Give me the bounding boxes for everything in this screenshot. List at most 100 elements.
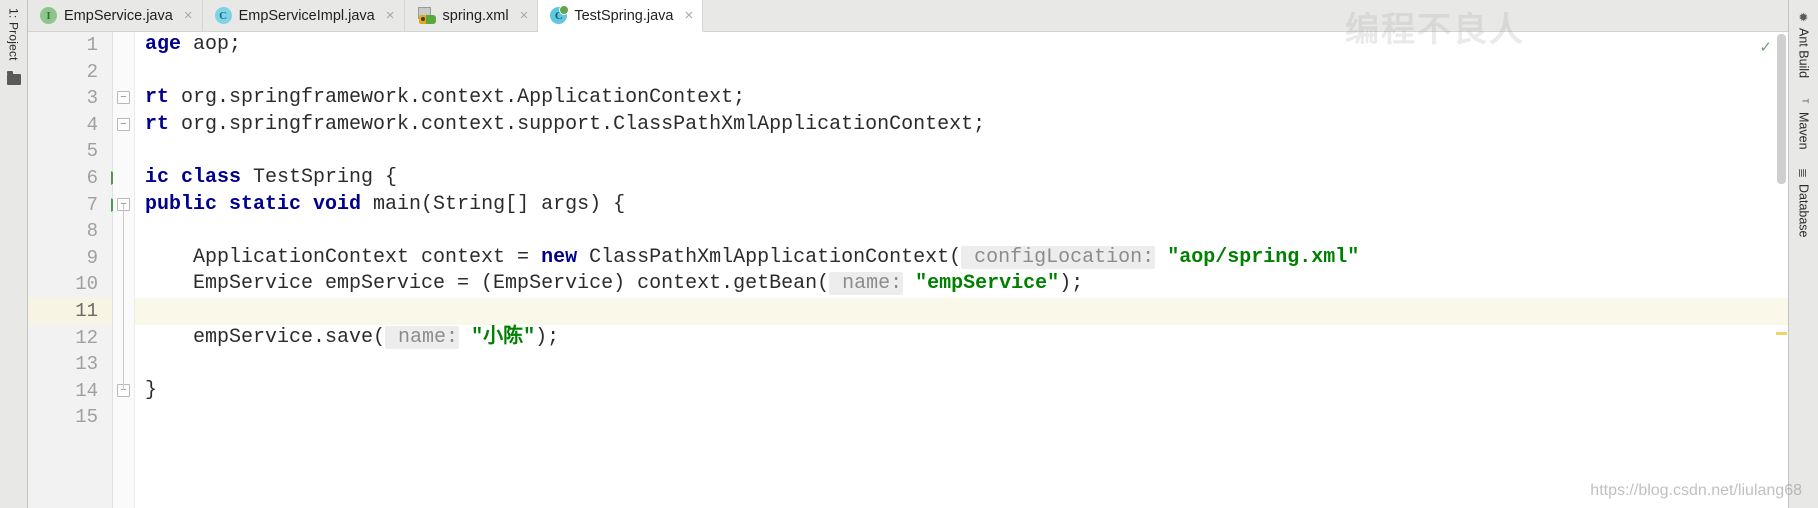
maven-icon: ᵀ: [1796, 98, 1811, 104]
code-line[interactable]: EmpService empService = (EmpService) con…: [145, 271, 1788, 298]
tab-close-icon[interactable]: ×: [516, 8, 529, 23]
inspection-status-icon[interactable]: ✓: [1759, 38, 1772, 56]
code-fold-marker[interactable]: −: [117, 91, 130, 105]
code-line[interactable]: age aop;: [145, 32, 1788, 59]
line-number[interactable]: 9: [28, 245, 112, 272]
line-number[interactable]: 5: [28, 138, 112, 165]
code-token-hint: name:: [829, 272, 904, 296]
line-number[interactable]: 13: [28, 351, 112, 378]
tool-window-label: Maven: [1796, 112, 1811, 150]
code-token-plain: EmpService empService = (EmpService) con…: [145, 272, 830, 296]
code-token-kw: age: [145, 33, 182, 56]
right-tool-strip: ✹ Ant Build ᵀ Maven ≣ Database: [1788, 0, 1818, 508]
code-line[interactable]: [145, 351, 1788, 378]
code-line[interactable]: ic class TestSpring {: [145, 165, 1788, 192]
code-token-kw: new: [541, 245, 578, 269]
editor-vertical-scrollbar[interactable]: [1775, 32, 1788, 508]
editor-tab-empservice-java[interactable]: I EmpService.java ×: [28, 0, 203, 31]
code-token-plain: ApplicationContext context =: [145, 245, 542, 269]
code-line[interactable]: [145, 59, 1788, 86]
code-fold-region-line: [123, 203, 124, 390]
line-number[interactable]: 15: [28, 404, 112, 431]
code-token-str: "小陈": [471, 325, 536, 349]
code-line[interactable]: public static void main(String[] args) {: [145, 192, 1788, 219]
code-line[interactable]: rt org.springframework.context.support.C…: [145, 112, 1788, 139]
code-line[interactable]: [135, 297, 1788, 325]
tab-label: spring.xml: [442, 7, 509, 24]
code-token-str: "aop/spring.xml": [1167, 245, 1360, 269]
line-number[interactable]: 6: [28, 165, 122, 192]
editor-tab-spring-xml[interactable]: spring.xml ×: [405, 0, 539, 31]
interface-icon: I: [40, 7, 57, 24]
folder-icon[interactable]: [7, 71, 21, 85]
tool-window-label: Ant Build: [1796, 28, 1811, 79]
scrollbar-thumb[interactable]: [1777, 34, 1786, 184]
editor-tab-empserviceimpl-java[interactable]: C EmpServiceImpl.java ×: [203, 0, 405, 31]
tab-label: EmpServiceImpl.java: [238, 7, 375, 24]
code-token-plain: aop;: [181, 33, 242, 56]
ant-icon: ✹: [1796, 11, 1811, 23]
line-number[interactable]: 1: [28, 32, 112, 59]
line-number-gutter: 1 2 3 4 5 6 7 8 9 10 11 12 13 14 15: [28, 32, 122, 508]
code-token-plain: org.springframework.context.support.Clas…: [169, 112, 986, 136]
editor-tab-testspring-java[interactable]: C TestSpring.java ×: [538, 0, 704, 32]
code-line[interactable]: [145, 138, 1788, 165]
line-number[interactable]: 3: [28, 85, 112, 112]
line-number[interactable]: 10: [28, 271, 112, 298]
code-token-plain: }: [145, 378, 158, 402]
class-icon: C: [214, 7, 232, 24]
code-token-kw: ic class: [145, 165, 242, 189]
code-line[interactable]: }: [145, 378, 1788, 405]
editor-tab-bar: I EmpService.java × C EmpServiceImpl.java × sp…: [28, 0, 1788, 32]
code-token-plain: main(String[] args) {: [361, 192, 626, 216]
tab-close-icon[interactable]: ×: [180, 8, 193, 23]
code-line[interactable]: rt org.springframework.context.Applicati…: [145, 85, 1788, 112]
sidebar-item-project[interactable]: 1: Project: [7, 8, 21, 61]
line-number[interactable]: 2: [28, 59, 112, 86]
code-fold-marker[interactable]: −: [117, 117, 130, 131]
code-token-str: "empService": [915, 272, 1060, 296]
tool-window-database[interactable]: ≣ Database: [1797, 166, 1811, 238]
line-number[interactable]: 7: [28, 192, 122, 219]
tab-label: TestSpring.java: [574, 7, 674, 24]
tool-window-ant-build[interactable]: ✹ Ant Build: [1797, 10, 1811, 78]
code-token-kw: rt: [145, 112, 170, 136]
tab-close-icon[interactable]: ×: [681, 8, 694, 23]
code-token-hint: configLocation:: [961, 245, 1156, 269]
line-number[interactable]: 14: [28, 378, 112, 405]
code-token-plain: ClassPathXmlApplicationContext(: [577, 245, 962, 269]
code-line[interactable]: [145, 218, 1788, 245]
database-icon: ≣: [1796, 167, 1811, 178]
tab-label: EmpService.java: [64, 7, 173, 24]
code-token-plain: );: [535, 325, 560, 349]
line-number[interactable]: 8: [28, 218, 112, 245]
code-folding-gutter[interactable]: −−−−: [113, 32, 135, 508]
line-number[interactable]: 4: [28, 112, 112, 139]
code-token-plain: empService.save(: [145, 325, 386, 349]
code-token-kw: rt: [145, 86, 170, 110]
code-text-area[interactable]: age aop; rt org.springframework.context.…: [135, 32, 1788, 508]
tab-close-icon[interactable]: ×: [382, 8, 395, 23]
code-token-kw: public static void: [145, 192, 362, 216]
tool-window-label: Database: [1796, 183, 1811, 238]
editor-area: 123456789101112131415 −−−− age aop; rt o…: [28, 32, 1788, 508]
code-line[interactable]: [145, 404, 1788, 431]
class-run-icon: C: [550, 5, 570, 24]
code-line[interactable]: empService.save( name: "小陈");: [145, 325, 1788, 352]
line-number[interactable]: 12: [28, 325, 112, 352]
tool-window-maven[interactable]: ᵀ Maven: [1796, 94, 1811, 150]
spring-bean-icon: [417, 7, 436, 24]
code-token-plain: TestSpring {: [241, 165, 398, 189]
scrollbar-warning-mark[interactable]: [1776, 332, 1787, 335]
code-token-plain: org.springframework.context.ApplicationC…: [169, 86, 746, 110]
main-column: I EmpService.java × C EmpServiceImpl.java × sp…: [28, 0, 1788, 508]
left-tool-strip: 1: Project: [0, 0, 28, 508]
line-number[interactable]: 11: [28, 297, 112, 325]
code-token-plain: );: [1059, 272, 1084, 296]
intellij-window: 1: Project I EmpService.java × C EmpServiceI…: [0, 0, 1818, 508]
code-token-hint: name:: [385, 325, 460, 349]
code-line[interactable]: ApplicationContext context = new ClassPa…: [145, 245, 1788, 272]
